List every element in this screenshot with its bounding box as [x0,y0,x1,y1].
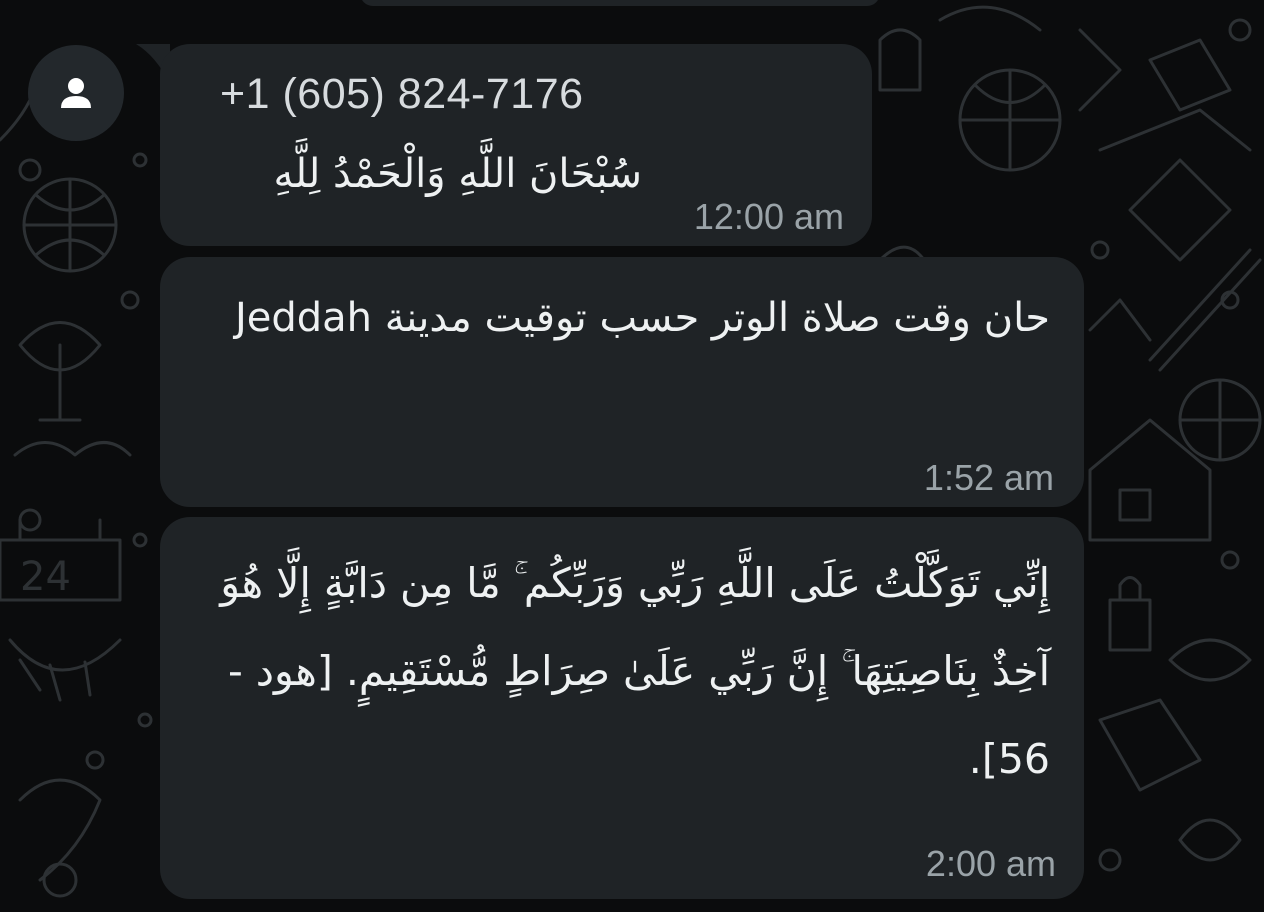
message-time: 1:52 am [923,457,1054,498]
message-text: سُبْحَانَ اللَّهِ وَالْحَمْدُ لِلَّهِ [273,151,642,197]
message-time: 2:00 am [925,843,1056,884]
person-icon [61,78,91,108]
svg-text:24: 24 [20,554,71,600]
previous-message-edge [360,0,880,6]
sender-avatar[interactable] [28,45,124,141]
sender-phone-number[interactable]: +1 (605) 824-7176 [220,70,584,119]
message-text: إِنِّي تَوَكَّلْتُ عَلَى اللَّهِ رَبِّي … [220,559,1050,783]
message-bubble[interactable]: حان وقت صلاة الوتر حسب توقيت مدينة Jedda… [160,257,1084,507]
message-text: حان وقت صلاة الوتر حسب توقيت مدينة Jedda… [234,295,1050,341]
message-bubble[interactable]: إِنِّي تَوَكَّلْتُ عَلَى اللَّهِ رَبِّي … [160,517,1084,899]
message-bubble[interactable]: +1 (605) 824-7176 سُبْحَانَ اللَّهِ وَال… [160,44,872,246]
message-time: 12:00 am [693,196,844,237]
